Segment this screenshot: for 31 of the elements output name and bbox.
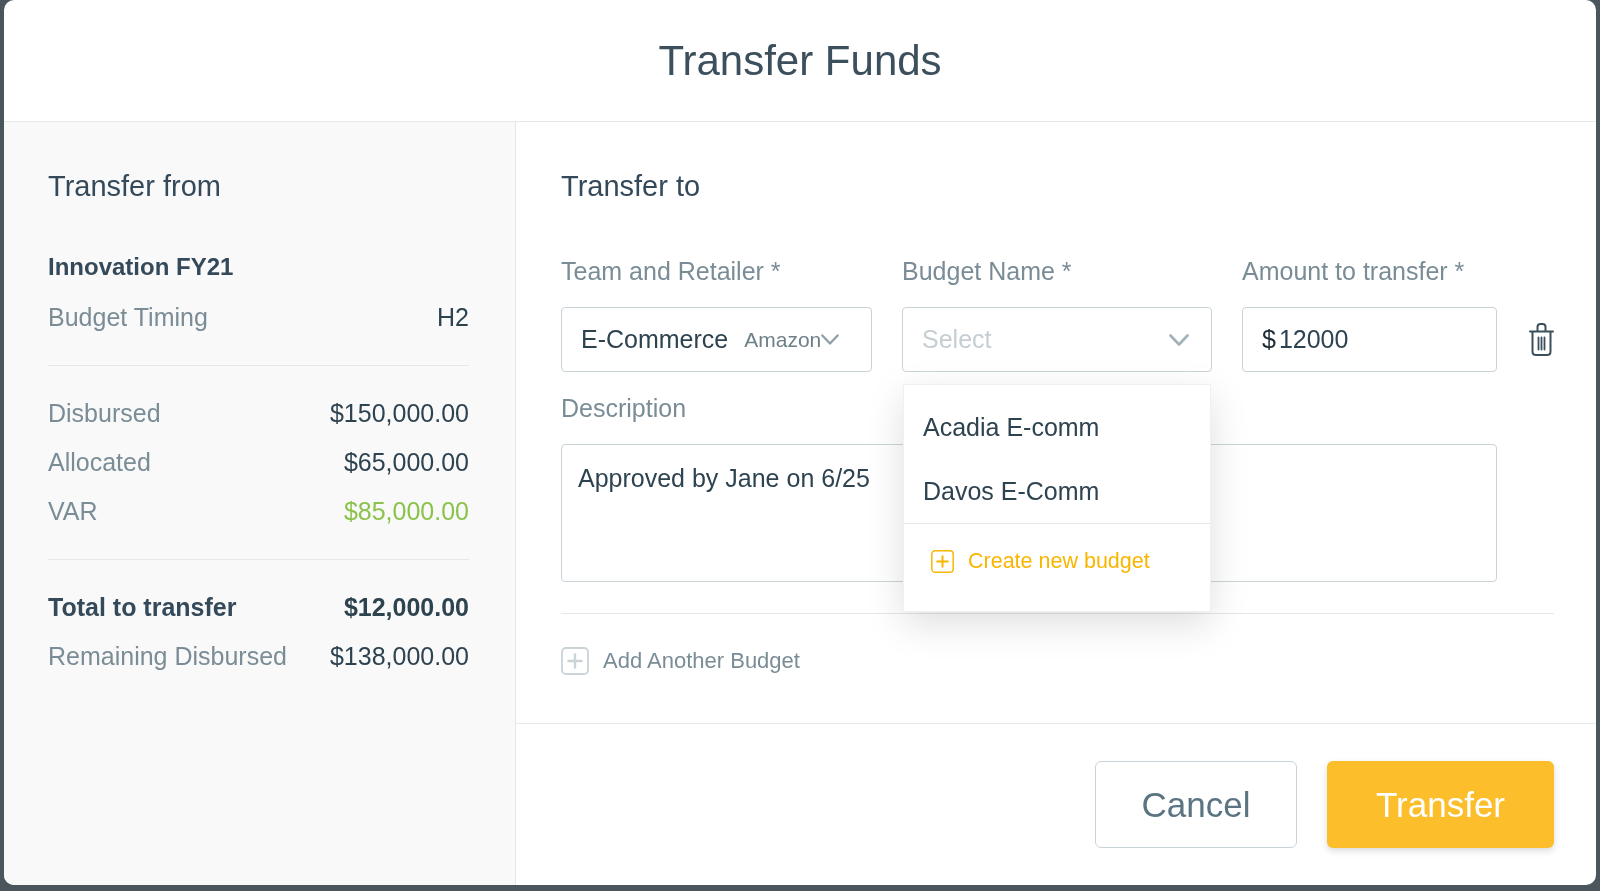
budget-title: Innovation FY21 (48, 252, 234, 282)
row-label: Budget Timing (48, 302, 208, 333)
row-value: $150,000.00 (329, 398, 469, 429)
row-value: H2 (437, 302, 469, 333)
trash-icon[interactable] (1529, 323, 1554, 356)
amount-field[interactable]: $12000 (1242, 307, 1497, 372)
row-label: Allocated (48, 447, 151, 478)
menu-option[interactable]: Acadia E-comm (904, 395, 1210, 459)
plus-square-icon (561, 647, 589, 675)
row-value: $12,000.00 (343, 592, 469, 623)
team-retailer-select[interactable]: E-Commerce Amazon (561, 307, 872, 372)
row-value: $65,000.00 (343, 447, 469, 478)
dialog-title: Transfer Funds (658, 35, 942, 86)
row-label: Remaining Disbursed (48, 641, 287, 672)
add-budget-button[interactable]: Add Another Budget (561, 645, 800, 677)
row-value: $138,000.00 (329, 641, 469, 672)
field-label: Description (561, 393, 687, 423)
menu-option[interactable]: Davos E-Comm (904, 459, 1210, 523)
panel-heading: Transfer to (561, 169, 701, 204)
field-label: Budget Name * (902, 256, 1072, 286)
cancel-button[interactable]: Cancel (1095, 761, 1297, 848)
panel-heading: Transfer from (48, 169, 221, 204)
row-label: Total to transfer (48, 592, 237, 623)
row-value: $85,000.00 (343, 496, 469, 527)
field-label: Team and Retailer * (561, 256, 781, 286)
row-label: VAR (48, 496, 98, 527)
row-label: Disbursed (48, 398, 161, 429)
chevron-down-icon (821, 334, 840, 345)
chevron-down-icon (1169, 333, 1189, 346)
field-label: Amount to transfer * (1242, 256, 1465, 286)
plus-square-icon (931, 549, 954, 573)
